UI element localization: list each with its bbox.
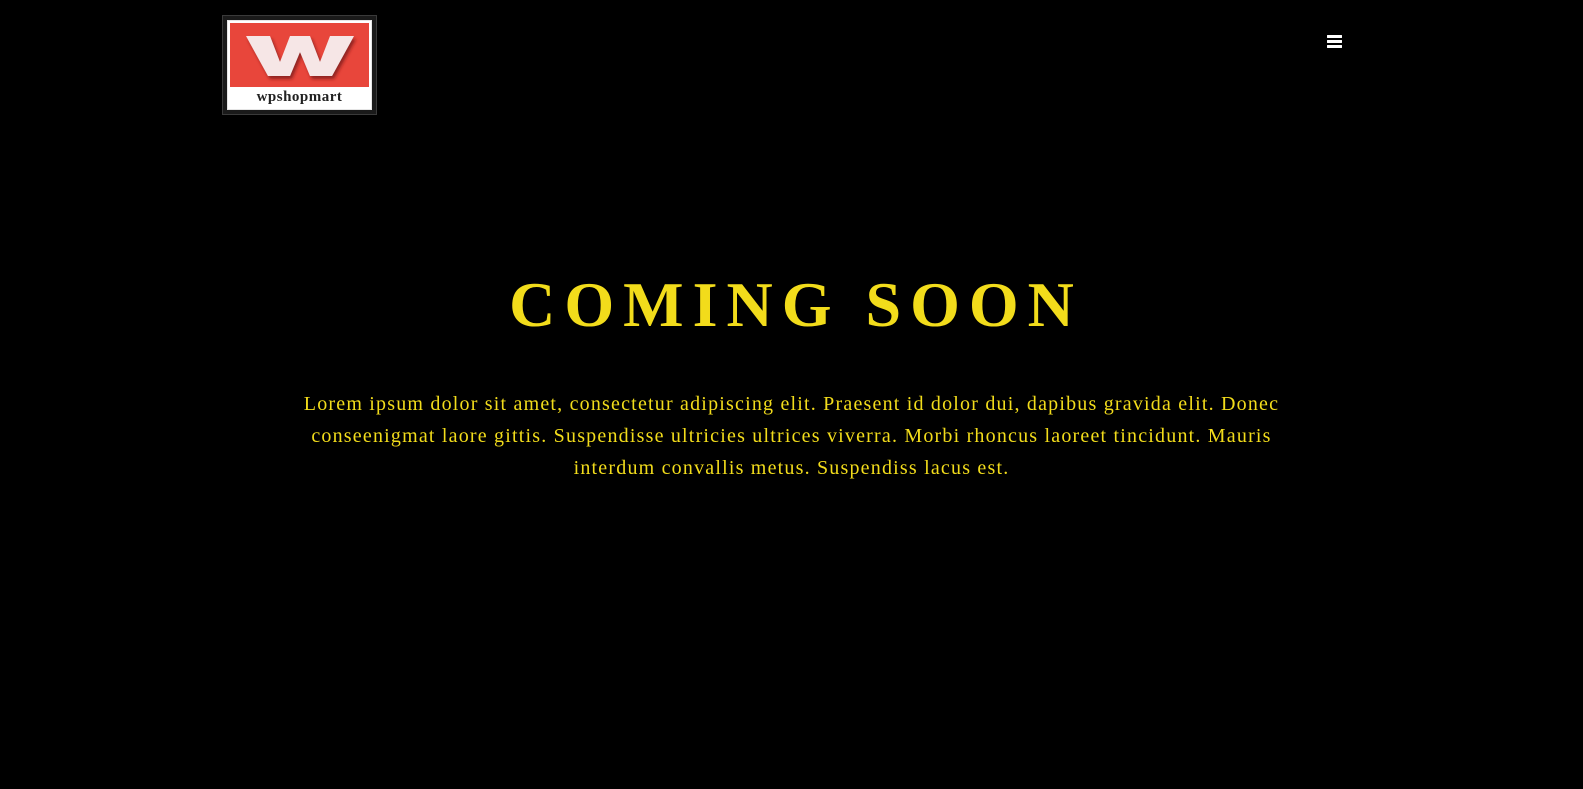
hamburger-menu-icon[interactable] <box>1324 31 1344 51</box>
hero-description: Lorem ipsum dolor sit amet, consectetur … <box>303 393 1280 479</box>
logo-frame: wpshopmart <box>227 20 372 110</box>
site-logo[interactable]: wpshopmart <box>222 15 377 115</box>
page-title: COMING SOON <box>509 269 1083 340</box>
w-logo-icon <box>230 23 369 87</box>
logo-wordmark: wpshopmart <box>256 89 343 105</box>
